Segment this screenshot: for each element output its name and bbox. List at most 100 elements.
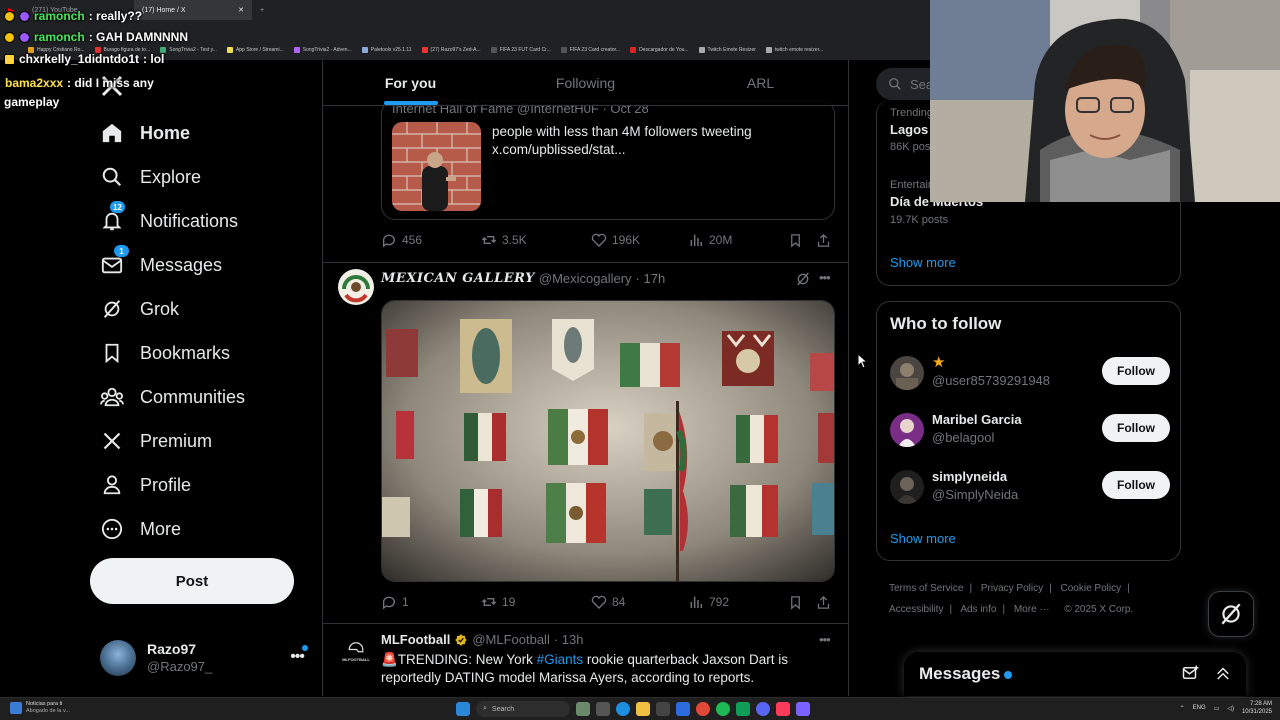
clock[interactable]: 7:28 AM 10/31/2025 <box>1242 700 1272 716</box>
sidebar-item-messages[interactable]: 1 Messages <box>100 245 300 285</box>
reply-button[interactable]: 456 <box>381 232 481 248</box>
repost-button[interactable]: 19 <box>481 594 591 610</box>
author-name[interactable]: MLFootball <box>381 632 450 647</box>
tab-for-you[interactable]: For you <box>323 60 498 105</box>
bookmark-item[interactable]: FIFA 23 FUT Card Cr... <box>490 47 551 53</box>
like-button[interactable]: 196K <box>591 232 688 248</box>
follow-suggestion[interactable]: simplyneida @SimplyNeida Follow <box>890 468 1170 508</box>
footer-link[interactable]: Ads info <box>960 604 996 615</box>
volume-icon[interactable]: ◁) <box>1227 705 1234 712</box>
edge-icon[interactable] <box>616 702 630 716</box>
sidebar-item-communities[interactable]: Communities <box>100 377 300 417</box>
divider <box>323 262 848 263</box>
mouse-cursor-icon <box>857 353 869 369</box>
network-icon[interactable]: ▭ <box>1214 705 1220 712</box>
language-indicator[interactable]: ENG <box>1193 705 1206 711</box>
account-switcher[interactable]: Razo97 @Razo97_ ••• <box>100 638 310 678</box>
bookmark-item[interactable]: App Store / Streami... <box>226 47 284 53</box>
tweet-image[interactable] <box>381 300 835 582</box>
bell-icon: 12 <box>100 201 125 233</box>
follow-button[interactable]: Follow <box>1102 471 1170 499</box>
sidebar-item-bookmarks[interactable]: Bookmarks <box>100 333 300 373</box>
more-dots-icon[interactable]: ••• <box>290 648 305 666</box>
bookmark-item[interactable]: (27) Razo97's Zed-A... <box>421 47 481 53</box>
grok-icon[interactable] <box>795 271 811 292</box>
author-handle[interactable]: @Mexicogallery <box>539 271 632 286</box>
windows-start-icon[interactable] <box>456 702 470 716</box>
avatar[interactable] <box>338 269 374 305</box>
spotify-icon[interactable] <box>716 702 730 716</box>
footer-link[interactable]: Accessibility <box>889 604 943 615</box>
task-view-icon[interactable] <box>596 702 610 716</box>
sidebar-item-home[interactable]: Home <box>100 113 300 153</box>
news-widget[interactable]: Noticias para ti Abogado de la v... <box>10 701 80 715</box>
footer-link[interactable]: Cookie Policy <box>1061 583 1122 594</box>
new-tab-icon[interactable]: + <box>252 0 272 20</box>
show-more-link[interactable]: Show more <box>890 255 956 270</box>
follow-button[interactable]: Follow <box>1102 357 1170 385</box>
author-name[interactable]: MEXICAN GALLERY <box>381 271 535 286</box>
music-icon[interactable] <box>776 702 790 716</box>
taskbar-search[interactable]: ⌕ Search <box>476 701 570 717</box>
author-handle[interactable]: @MLFootball <box>472 632 550 647</box>
follow-button[interactable]: Follow <box>1102 414 1170 442</box>
new-message-icon[interactable] <box>1182 664 1200 687</box>
messages-drawer[interactable]: Messages <box>904 652 1246 696</box>
quoted-tweet-card[interactable]: Internet Hall of Fame @InternetH0F · Oct… <box>381 100 835 220</box>
discord-icon[interactable] <box>756 702 770 716</box>
bookmark-item[interactable]: Twitch Emote Resizer <box>698 47 756 53</box>
sidebar-item-grok[interactable]: Grok <box>100 289 300 329</box>
bookmark-item[interactable]: SongTrivia2 - Adven... <box>293 47 352 53</box>
bookmark-button[interactable] <box>788 595 816 610</box>
tab-x-home[interactable]: (17) Home / X ✕ <box>134 0 252 20</box>
like-button[interactable]: 84 <box>591 594 688 610</box>
mail-icon[interactable] <box>676 702 690 716</box>
chrome-icon[interactable] <box>696 702 710 716</box>
post-button[interactable]: Post <box>90 558 294 604</box>
show-more-link[interactable]: Show more <box>890 531 956 546</box>
bookmark-item[interactable]: Paletools v25.1.11 <box>361 47 412 53</box>
widget-icon[interactable] <box>576 702 590 716</box>
tweet-time[interactable]: · 17h <box>636 271 666 286</box>
sidebar-item-more[interactable]: More <box>100 509 300 549</box>
file-explorer-icon[interactable] <box>636 702 650 716</box>
reply-button[interactable]: 1 <box>381 594 481 610</box>
more-dots-icon[interactable]: ••• <box>819 270 831 285</box>
chevron-up-icon[interactable] <box>1214 664 1232 687</box>
share-button[interactable] <box>816 595 831 610</box>
sidebar-item-premium[interactable]: Premium <box>100 421 300 461</box>
tweet-time[interactable]: · 13h <box>554 632 584 647</box>
views-button[interactable]: 20M <box>688 232 788 248</box>
footer-link[interactable]: Terms of Service <box>889 583 963 594</box>
chevron-up-icon[interactable]: ⌃ <box>1180 705 1185 712</box>
footer-link[interactable]: More ··· <box>1014 604 1050 615</box>
bookmark-item[interactable]: twitch emote resizer... <box>765 47 823 53</box>
app-icon[interactable] <box>736 702 750 716</box>
grok-floating-button[interactable] <box>1208 591 1254 637</box>
chat-username: chxrkelly_1didntdo1t <box>19 52 140 66</box>
sidebar-item-notifications[interactable]: 12 Notifications <box>100 201 300 241</box>
bookmark-item[interactable]: FIFA 23 Card creator... <box>560 47 620 53</box>
quote-text: people with less than 4M followers tweet… <box>492 124 752 157</box>
avatar[interactable]: MLFOOTBALL <box>338 632 374 668</box>
hashtag-link[interactable]: #Giants <box>537 652 584 667</box>
follow-suggestion[interactable]: ★ @user85739291948 Follow <box>890 354 1170 394</box>
bookmark-button[interactable] <box>788 233 816 248</box>
close-tab-icon[interactable]: ✕ <box>238 6 244 14</box>
share-button[interactable] <box>816 233 831 248</box>
bookmark-item[interactable]: Descargador de You... <box>630 47 689 53</box>
quote-image[interactable] <box>392 122 481 211</box>
footer-link[interactable]: Privacy Policy <box>981 583 1043 594</box>
sidebar-item-explore[interactable]: Explore <box>100 157 300 197</box>
follow-suggestion[interactable]: Maribel Garcia @belagool Follow <box>890 411 1170 451</box>
repost-button[interactable]: 3.5K <box>481 232 591 248</box>
sidebar-item-profile[interactable]: Profile <box>100 465 300 505</box>
store-icon[interactable] <box>656 702 670 716</box>
tweet-text: 🚨TRENDING: New York #Giants rookie quart… <box>381 652 788 685</box>
more-dots-icon[interactable]: ••• <box>819 632 831 647</box>
sidebar-item-label: Grok <box>140 298 180 319</box>
views-button[interactable]: 792 <box>688 594 788 610</box>
tab-arl[interactable]: ARL <box>673 60 848 105</box>
app-icon[interactable] <box>796 702 810 716</box>
tab-following[interactable]: Following <box>498 60 673 105</box>
